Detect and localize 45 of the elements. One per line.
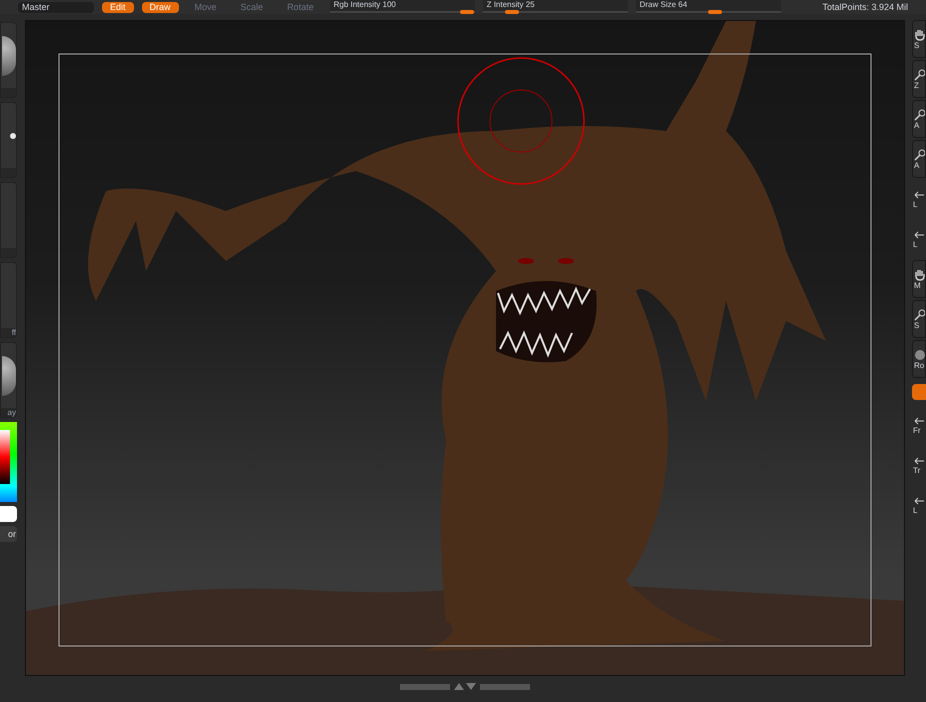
magnifier-icon bbox=[914, 68, 925, 80]
tool-icon bbox=[913, 230, 925, 240]
color-button[interactable]: or bbox=[0, 526, 17, 542]
slider[interactable]: Draw Size 64 bbox=[636, 0, 781, 14]
tool-button[interactable]: S bbox=[912, 300, 926, 338]
tool-button[interactable]: A bbox=[912, 100, 926, 138]
color-swatch[interactable] bbox=[0, 506, 17, 522]
splitter-handle[interactable] bbox=[480, 684, 530, 690]
tool-icon bbox=[913, 416, 925, 426]
tool-icon bbox=[913, 456, 925, 466]
color-picker[interactable] bbox=[0, 422, 17, 502]
magnifier-icon bbox=[914, 308, 925, 320]
brush-slot[interactable]: ff bbox=[0, 262, 17, 338]
tool-button[interactable]: S bbox=[912, 20, 926, 58]
slider-thumb[interactable] bbox=[708, 10, 722, 14]
tool-button[interactable]: L bbox=[912, 220, 926, 258]
slider[interactable]: Rgb Intensity 100 bbox=[330, 0, 475, 14]
slot-label-bar: ay bbox=[1, 408, 16, 417]
tool-button[interactable]: Ro bbox=[912, 340, 926, 378]
tool-button[interactable]: L bbox=[912, 180, 926, 218]
tool-button[interactable]: A bbox=[912, 140, 926, 178]
tool-button[interactable]: Z bbox=[912, 60, 926, 98]
tool-button[interactable]: L bbox=[912, 486, 926, 524]
slider-thumb[interactable] bbox=[504, 10, 519, 14]
rotate-icon bbox=[914, 348, 925, 360]
brush-slot[interactable] bbox=[0, 22, 17, 98]
tool-icon bbox=[913, 190, 925, 200]
brush-slot[interactable]: ay bbox=[0, 342, 17, 418]
tool-button[interactable]: Tr bbox=[912, 446, 926, 484]
magnifier-icon bbox=[914, 108, 925, 120]
tool-button[interactable]: M bbox=[912, 260, 926, 298]
toggle-button[interactable] bbox=[912, 384, 926, 400]
slider[interactable]: Z Intensity 25 bbox=[482, 0, 628, 14]
slot-label-bar: ff bbox=[1, 328, 16, 337]
brush-slot[interactable] bbox=[0, 102, 17, 178]
up-down-arrows-icon[interactable] bbox=[454, 683, 476, 690]
tool-button[interactable]: Fr bbox=[912, 406, 926, 444]
hand-icon bbox=[914, 28, 925, 40]
hand-icon bbox=[914, 268, 925, 280]
total-points: TotalPoints: 3.924 Mil bbox=[822, 2, 908, 12]
menu-dropdown[interactable]: Master bbox=[18, 2, 94, 12]
splitter-handle[interactable] bbox=[400, 684, 450, 690]
magnifier-icon bbox=[914, 148, 925, 160]
tool-icon bbox=[913, 496, 925, 506]
slider-thumb[interactable] bbox=[460, 10, 474, 14]
